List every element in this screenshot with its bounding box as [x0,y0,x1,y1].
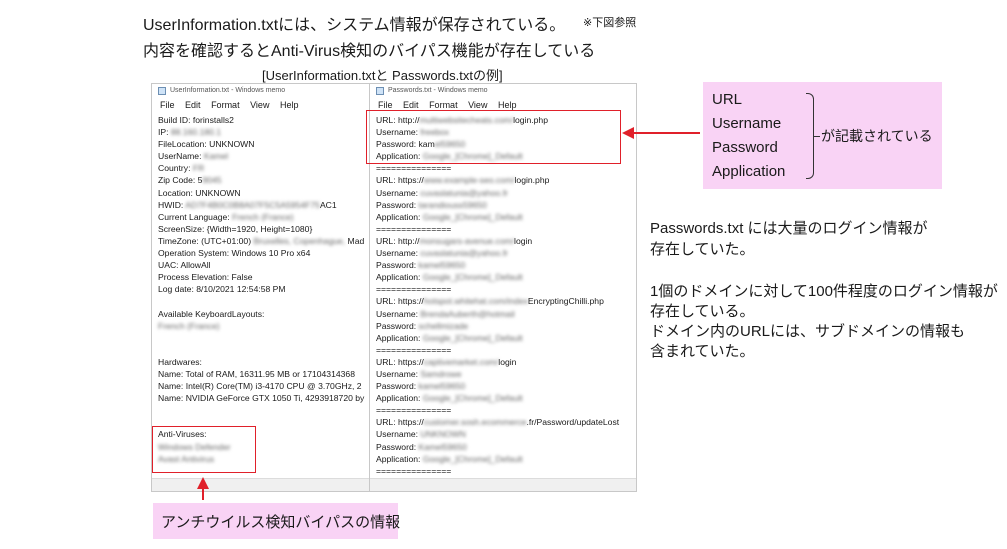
field-url-label: URL [712,91,743,108]
passwords-note-2c: ドメイン内のURLには、サブドメインの情報も [650,323,966,340]
passwords-note-1a: Passwords.txt には大量のログイン情報が [650,220,928,237]
passwords-note-2d: 含まれていた。 [650,343,755,360]
passwords-note-2b: 存在している。 [650,303,755,320]
field-application-label: Application [712,163,786,180]
passwords-note-2a: 1個のドメインに対して100件程度のログイン情報が [650,283,998,300]
arrow-to-antivirus [197,477,209,500]
brace-tick [814,136,820,137]
field-password-label: Password [712,139,778,156]
field-username-label: Username [712,115,782,132]
brace-bracket [806,93,814,179]
fields-callout: URL Username Password Application が記載されて… [703,82,942,189]
antivirus-callout: アンチウイルス検知バイパスの情報 [153,503,401,539]
fields-note: が記載されている [821,128,933,144]
antivirus-callout-text: アンチウイルス検知バイパスの情報 [161,514,401,531]
passwords-note-1b: 存在していた。 [650,241,755,258]
arrow-to-fields-callout [622,127,700,139]
